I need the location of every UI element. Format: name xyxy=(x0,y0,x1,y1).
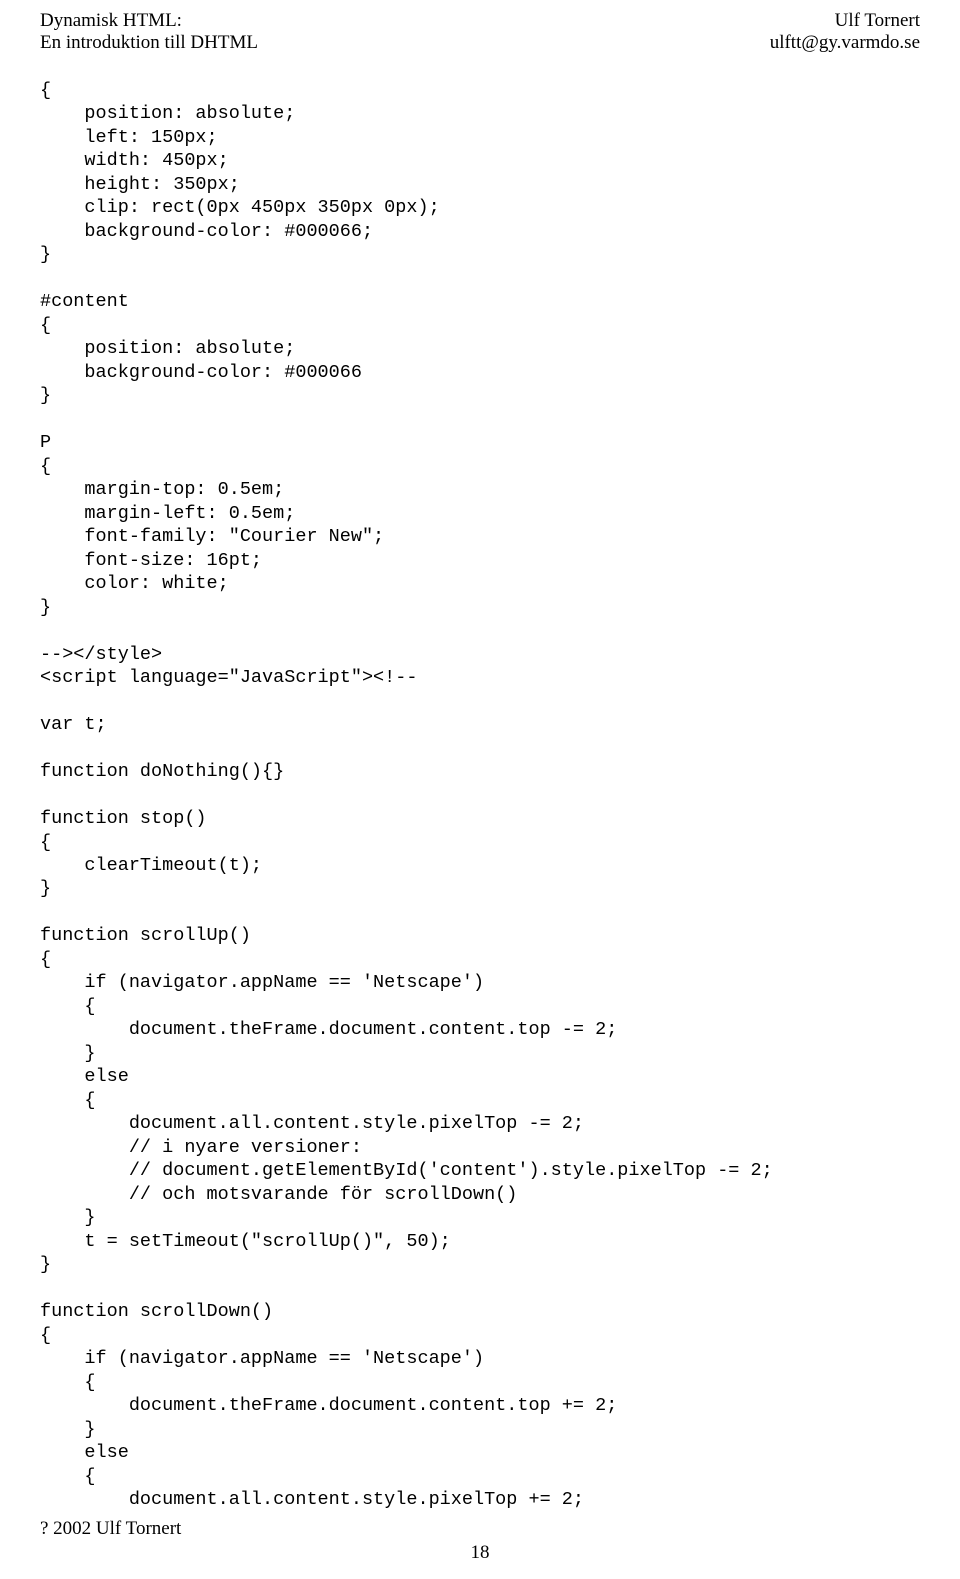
page-footer: ? 2002 Ulf Tornert 18 xyxy=(0,1518,960,1564)
page-header: Dynamisk HTML: En introduktion till DHTM… xyxy=(0,0,960,59)
page-number: 18 xyxy=(40,1540,920,1564)
copyright-text: ? 2002 Ulf Tornert xyxy=(40,1518,181,1540)
author-email: ulftt@gy.varmdo.se xyxy=(770,32,920,54)
header-left: Dynamisk HTML: En introduktion till DHTM… xyxy=(40,10,258,54)
page-content: { position: absolute; left: 150px; width… xyxy=(0,59,960,1512)
author-name: Ulf Tornert xyxy=(770,10,920,32)
code-block: { position: absolute; left: 150px; width… xyxy=(40,79,920,1512)
doc-title-line1: Dynamisk HTML: xyxy=(40,10,258,32)
doc-title-line2: En introduktion till DHTML xyxy=(40,32,258,54)
header-right: Ulf Tornert ulftt@gy.varmdo.se xyxy=(770,10,920,54)
